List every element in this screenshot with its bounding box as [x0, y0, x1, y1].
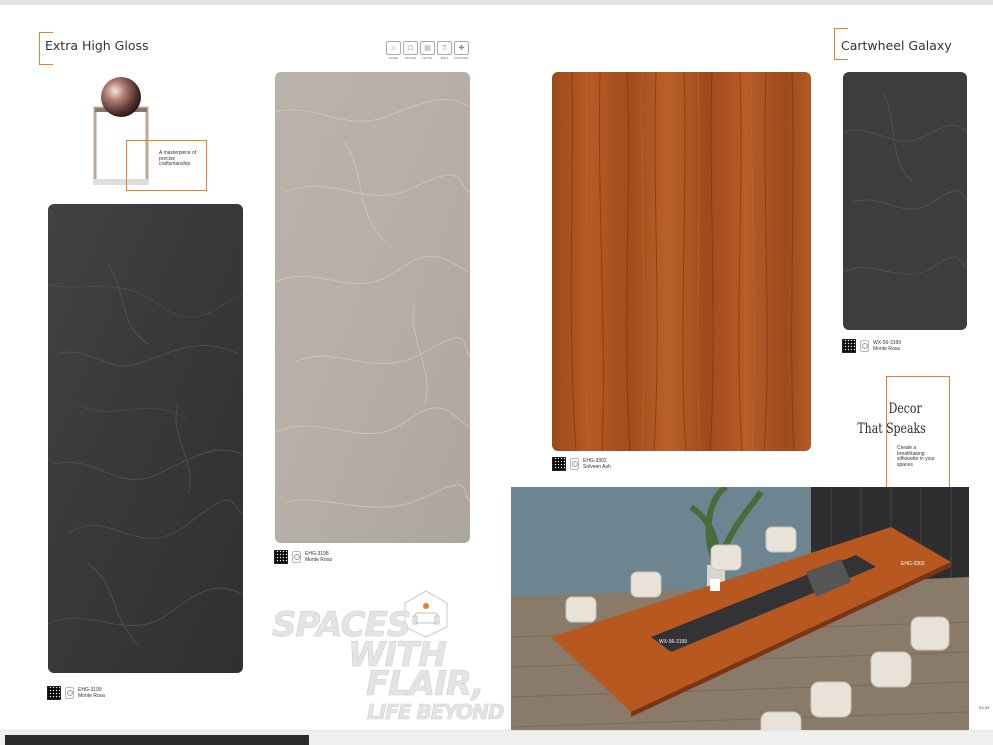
slab-ehg-3302 — [552, 72, 811, 451]
scan-badge-icon — [65, 687, 74, 699]
qr-code — [47, 686, 61, 700]
right-title: Cartwheel Galaxy — [841, 38, 952, 53]
slab-name: Monte Rosa — [78, 693, 105, 699]
page-number: 03-04 — [979, 705, 990, 710]
qr-code — [274, 550, 288, 564]
decor-frame — [886, 376, 950, 500]
left-title: Extra High Gloss — [45, 38, 149, 53]
slab-name: Monte Rosa — [305, 557, 332, 563]
slab-name: Solveen Ash — [583, 464, 611, 470]
scan-badge-icon — [292, 551, 301, 563]
tagline-line-3: FLAIR, — [366, 664, 485, 705]
office-icon: ☖ OFFICE — [403, 41, 418, 60]
slab-wx-56-3199 — [843, 72, 967, 330]
decor-heading-1: Decor — [888, 401, 922, 417]
caption-ehg-3198: EHG-3198 Monte Rosa — [274, 550, 332, 564]
hotel-icon: ▤ HOTEL — [420, 41, 435, 60]
conference-room-photo: EHG-3302 WX-56-3199 — [511, 487, 969, 730]
caption-ehg-3199: EHG-3199 Monte Rosa — [47, 686, 105, 700]
hospital-icon: ✚ HOSPITAL — [454, 41, 469, 60]
qr-code — [842, 339, 856, 353]
mall-icon: ♖ MALL — [437, 41, 452, 60]
catalog-spread: Extra High Gloss ⌂ HOME ☖ OFFICE ▤ HOTEL ♖ M… — [0, 5, 993, 730]
home-icon: ⌂ HOME — [386, 41, 401, 60]
qr-code — [552, 457, 566, 471]
promo-text: A masterpiece of precise craftsmanship — [159, 150, 197, 168]
scan-badge-icon — [860, 340, 869, 352]
caption-wx-56-3199: WX-56-3199 Monte Rosa — [842, 339, 901, 353]
photo-tag-ehg-3302: EHG-3302 — [901, 561, 925, 567]
next-page-preview — [5, 735, 309, 745]
decor-text: Create a breathtaking silhouette in your… — [897, 445, 935, 468]
decor-heading-2: That Speaks — [857, 421, 926, 437]
photo-tag-wx-56-3199: WX-56-3199 — [659, 639, 688, 645]
slab-ehg-3199 — [48, 204, 243, 673]
caption-ehg-3302: EHG-3302 Solveen Ash — [552, 457, 611, 471]
slab-name: Monte Rosa — [873, 346, 900, 352]
usage-icons: ⌂ HOME ☖ OFFICE ▤ HOTEL ♖ MALL ✚ HOSPITAL — [386, 41, 469, 60]
tagline-line-4: LIFE BEYOND — [367, 700, 505, 725]
scan-badge-icon — [570, 458, 579, 470]
slab-ehg-3198 — [275, 72, 470, 543]
